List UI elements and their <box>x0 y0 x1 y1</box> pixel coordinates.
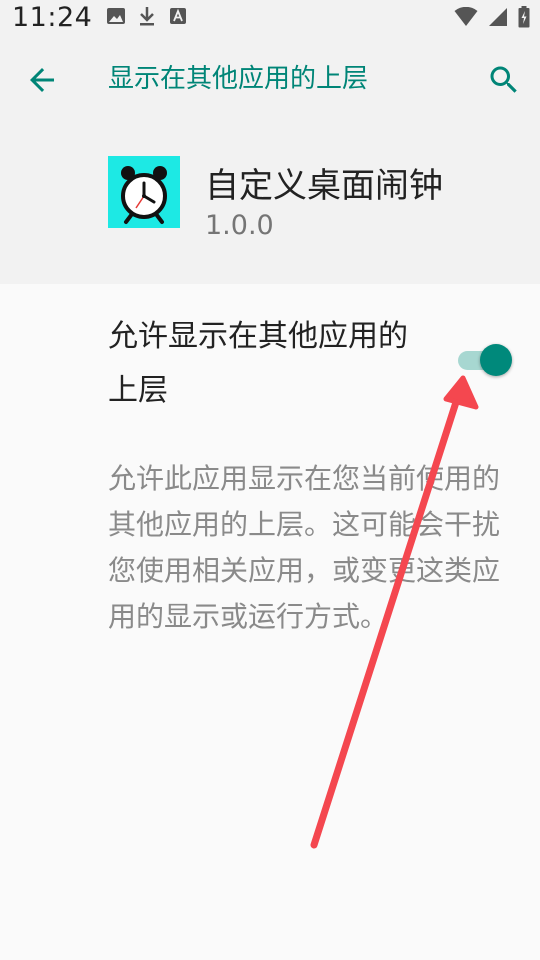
signal-icon <box>489 8 507 26</box>
app-notification-icon <box>170 8 186 24</box>
battery-icon <box>518 6 530 28</box>
setting-title: 允许显示在其他应用的上层 <box>108 319 408 408</box>
app-name: 自定义桌面闹钟 <box>205 166 443 206</box>
image-icon <box>107 8 125 24</box>
toggle-thumb <box>480 344 512 376</box>
status-icons-right <box>454 6 530 28</box>
back-button[interactable] <box>24 62 60 98</box>
status-time: 11:24 <box>12 2 93 33</box>
alarm-clock-icon <box>121 166 167 224</box>
status-bar: 11:24 <box>0 0 540 36</box>
wifi-icon <box>454 7 478 26</box>
search-icon <box>490 66 517 93</box>
search-button[interactable] <box>486 62 522 98</box>
app-header: 自定义桌面闹钟 1.0.0 <box>0 120 540 284</box>
setting-description: 允许此应用显示在您当前使用的其他应用的上层。这可能会干扰您使用相关应用，或变更这… <box>108 462 501 633</box>
arrow-back-icon <box>30 68 54 92</box>
download-icon <box>140 7 154 26</box>
status-icons-left <box>106 6 188 26</box>
app-version: 1.0.0 <box>205 210 274 241</box>
page-title: 显示在其他应用的上层 <box>108 64 369 94</box>
overlay-permission-toggle[interactable] <box>456 342 512 378</box>
app-icon <box>108 156 180 228</box>
app-bar: 显示在其他应用的上层 <box>0 36 540 120</box>
overlay-permission-setting[interactable]: 允许显示在其他应用的上层 <box>0 284 540 434</box>
